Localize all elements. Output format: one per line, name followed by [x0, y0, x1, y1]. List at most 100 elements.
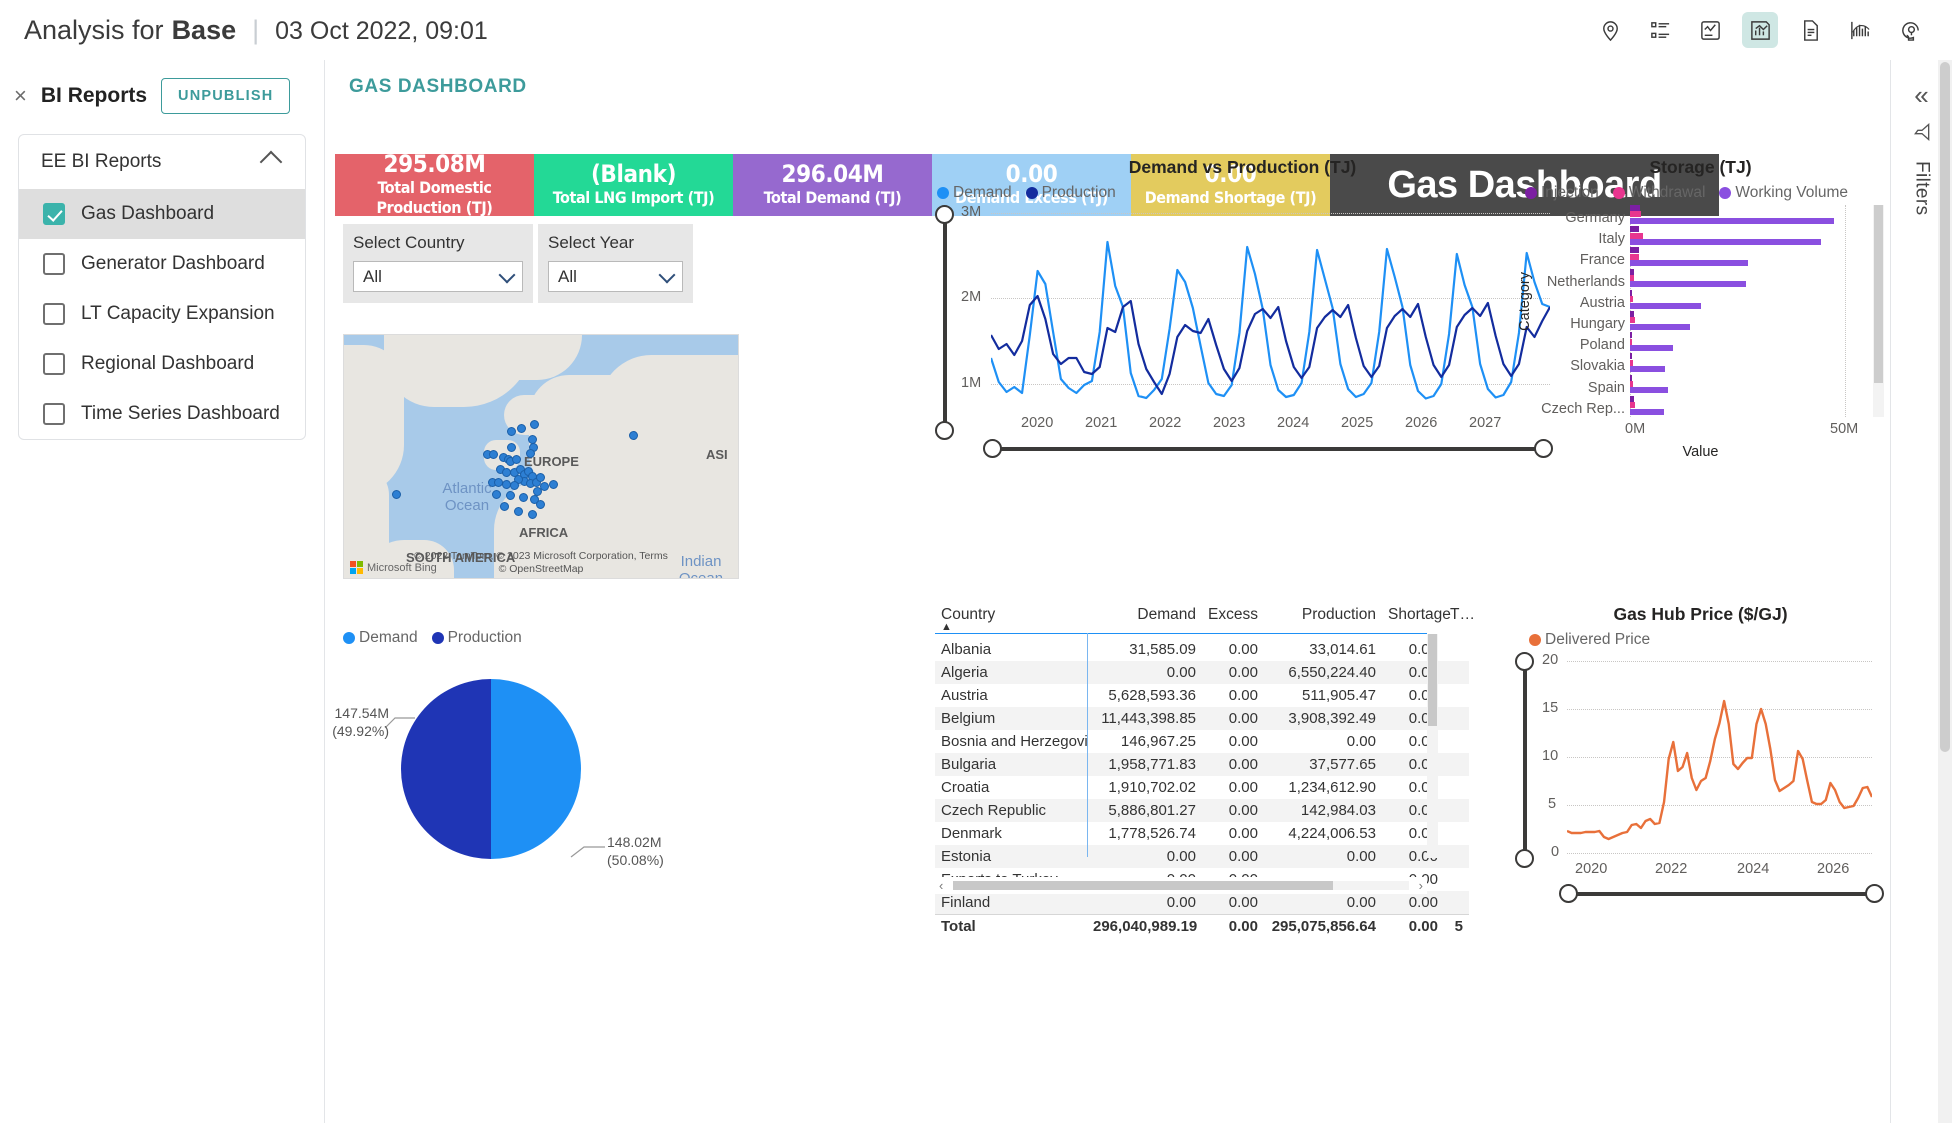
legend-item-withdrawal[interactable]: Withdrawal: [1612, 184, 1705, 202]
table-row[interactable]: Denmark 1,778,526.74 0.00 4,224,006.53 0.00: [935, 822, 1469, 845]
scrollbar-thumb[interactable]: [1874, 205, 1883, 383]
slider-knob-left[interactable]: [1559, 884, 1578, 903]
map-data-point[interactable]: [512, 455, 521, 464]
bar-injection[interactable]: [1630, 311, 1634, 317]
list-view-icon[interactable]: [1642, 12, 1678, 48]
bar-working-volume[interactable]: [1630, 302, 1701, 309]
bar-injection[interactable]: [1630, 289, 1633, 296]
map-data-point[interactable]: [536, 500, 545, 509]
bar-working-volume[interactable]: [1630, 345, 1673, 351]
scrollbar-thumb[interactable]: [1940, 62, 1950, 752]
map-data-point[interactable]: [507, 443, 516, 452]
checkbox-regional-dashboard[interactable]: [43, 353, 65, 375]
collapse-filters-icon[interactable]: «: [1914, 82, 1928, 108]
table-row[interactable]: Estonia 0.00 0.00 0.00 0.00: [935, 845, 1469, 868]
map-data-point[interactable]: [392, 490, 401, 499]
kpi-total-lng-import[interactable]: (Blank) Total LNG Import (TJ): [534, 154, 733, 216]
demand-production-pie-visual[interactable]: Demand Production 147.54M (49.92%) 148.0…: [332, 629, 739, 919]
bar-working-volume[interactable]: [1630, 217, 1835, 224]
checkbox-time-series-dashboard[interactable]: [43, 403, 65, 425]
bar-working-volume[interactable]: [1630, 387, 1668, 394]
bi-report-icon[interactable]: [1742, 12, 1778, 48]
bar-working-volume[interactable]: [1630, 366, 1666, 373]
table-horizontal-scrollbar[interactable]: ‹ ›: [935, 877, 1427, 894]
map-data-point[interactable]: [506, 491, 515, 500]
kpi-total-demand[interactable]: 296.04M Total Demand (TJ): [733, 154, 932, 216]
bar-injection[interactable]: [1630, 353, 1632, 360]
x-axis-range-slider[interactable]: [983, 439, 1553, 459]
legend-item-delivered-price[interactable]: Delivered Price: [1529, 631, 1650, 649]
y-axis-range-slider[interactable]: [1515, 652, 1535, 868]
map-data-point[interactable]: [629, 431, 638, 440]
table-row[interactable]: Czech Republic 5,886,801.27 0.00 142,984.03…: [935, 799, 1469, 822]
filter-funnel-icon[interactable]: [1912, 122, 1932, 147]
map-data-point[interactable]: [528, 510, 537, 519]
bar-withdrawal[interactable]: [1630, 211, 1642, 218]
report-group-header[interactable]: EE BI Reports: [19, 135, 305, 189]
map-data-point[interactable]: [519, 493, 528, 502]
table-row[interactable]: Algeria 0.00 0.00 6,550,224.40 0.00: [935, 661, 1469, 684]
scroll-left-button[interactable]: ‹: [935, 878, 943, 893]
histogram-icon[interactable]: [1842, 12, 1878, 48]
bar-working-volume[interactable]: [1630, 239, 1822, 245]
scrollbar-thumb[interactable]: [1428, 634, 1437, 726]
country-data-table[interactable]: Country ▲ Demand Excess Production Short…: [935, 604, 1475, 938]
gas-hub-price-visual[interactable]: Gas Hub Price ($/GJ) Delivered Price 20 …: [1515, 604, 1886, 904]
demand-vs-production-visual[interactable]: Demand vs Production (TJ) Demand Product…: [935, 157, 1553, 597]
slider-knob-left[interactable]: [983, 439, 1002, 458]
map-data-point[interactable]: [507, 427, 516, 436]
chart-note-icon[interactable]: [1692, 12, 1728, 48]
bar-withdrawal[interactable]: [1630, 381, 1633, 387]
map-data-point[interactable]: [526, 449, 535, 458]
map-data-point[interactable]: [502, 480, 511, 489]
sidebar-item-regional-dashboard[interactable]: Regional Dashboard: [19, 339, 305, 389]
slider-knob-bottom[interactable]: [1515, 849, 1534, 868]
table-row[interactable]: Bulgaria 1,958,771.83 0.00 37,577.65 0.00: [935, 753, 1469, 776]
map-data-point[interactable]: [489, 450, 498, 459]
select-country-dropdown[interactable]: All: [353, 261, 523, 292]
document-icon[interactable]: [1792, 12, 1828, 48]
bar-injection[interactable]: [1630, 332, 1632, 339]
y-axis-range-slider[interactable]: [935, 205, 955, 440]
slider-knob-top[interactable]: [1515, 652, 1534, 671]
page-scrollbar[interactable]: [1938, 60, 1952, 1123]
bar-injection[interactable]: [1630, 395, 1635, 402]
bar-injection[interactable]: [1630, 374, 1632, 381]
table-total-row[interactable]: Total 296,040,989.19 0.00 295,075,856.64 0.0…: [935, 914, 1469, 938]
table-row[interactable]: Austria 5,628,593.36 0.00 511,905.47 0.00: [935, 684, 1469, 707]
map-data-point[interactable]: [494, 478, 503, 487]
slider-knob-right[interactable]: [1865, 884, 1884, 903]
table-row[interactable]: Albania 31,585.09 0.00 33,014.61 0.00: [935, 638, 1469, 661]
scrollbar-thumb[interactable]: [953, 881, 1333, 890]
map-data-point[interactable]: [549, 480, 558, 489]
bar-injection[interactable]: [1630, 205, 1641, 211]
storage-visual[interactable]: Storage (TJ) Injection Withdrawal Workin…: [1515, 157, 1886, 597]
checkbox-lt-capacity-expansion[interactable]: [43, 303, 65, 325]
legend-item-working-volume[interactable]: Working Volume: [1719, 184, 1848, 202]
table-row[interactable]: Belgium 11,443,398.85 0.00 3,908,392.49 0.00: [935, 707, 1469, 730]
insight-bulb-icon[interactable]: [1892, 12, 1928, 48]
storage-scrollbar[interactable]: [1873, 205, 1884, 417]
sidebar-item-time-series-dashboard[interactable]: Time Series Dashboard: [19, 389, 305, 439]
checkbox-gas-dashboard[interactable]: [43, 203, 65, 225]
bar-withdrawal[interactable]: [1630, 296, 1634, 303]
legend-item-injection[interactable]: Injection: [1525, 184, 1599, 202]
bar-injection[interactable]: [1630, 268, 1634, 275]
chevron-up-icon[interactable]: [259, 150, 283, 174]
table-row[interactable]: Bosnia and Herzegovina 146,967.25 0.00 0.00…: [935, 730, 1469, 753]
table-vertical-scrollbar[interactable]: [1427, 634, 1438, 858]
bar-working-volume[interactable]: [1630, 323, 1691, 330]
unpublish-button[interactable]: UNPUBLISH: [161, 78, 291, 114]
bar-withdrawal[interactable]: [1630, 359, 1634, 366]
map-visual[interactable]: EUROPE AFRICA ASI SOUTH AMERICA Atlantic…: [343, 334, 739, 579]
slider-knob-top[interactable]: [935, 205, 954, 224]
table-row[interactable]: Finland 0.00 0.00 0.00 0.00: [935, 891, 1469, 915]
bar-withdrawal[interactable]: [1630, 232, 1643, 239]
close-icon[interactable]: ×: [14, 85, 27, 107]
bar-withdrawal[interactable]: [1630, 253, 1639, 260]
bar-working-volume[interactable]: [1630, 281, 1747, 288]
location-pin-icon[interactable]: [1592, 12, 1628, 48]
bar-working-volume[interactable]: [1630, 260, 1749, 267]
bar-withdrawal[interactable]: [1630, 402, 1636, 409]
map-data-point[interactable]: [510, 481, 519, 490]
